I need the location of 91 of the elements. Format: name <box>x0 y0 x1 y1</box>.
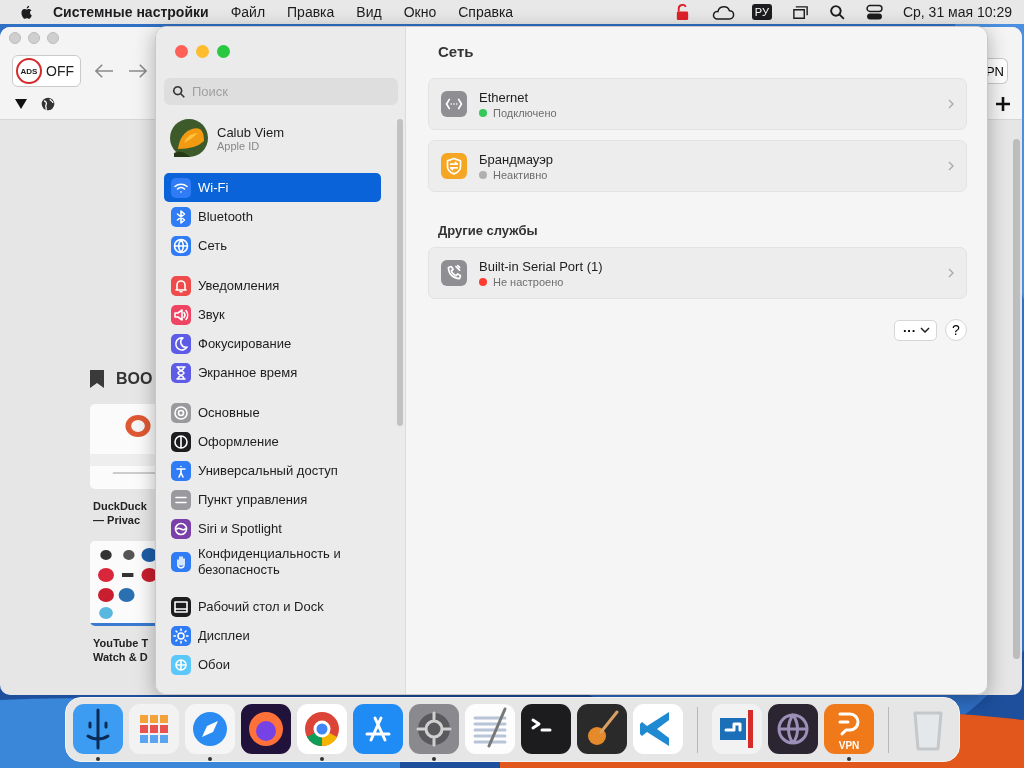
sidebar-item[interactable]: Рабочий стол и Dock <box>164 592 381 621</box>
ethernet-icon <box>441 91 467 117</box>
apple-logo-icon[interactable] <box>20 4 34 20</box>
sidebar-item[interactable]: Универсальный доступ <box>164 456 381 485</box>
sidebar-item[interactable]: Экранное время <box>164 358 381 387</box>
bookmark-title[interactable]: DuckDuck — Privac <box>93 499 147 527</box>
bluetooth-icon <box>171 206 191 227</box>
bookmark-title[interactable]: YouTube T Watch & D <box>93 636 149 664</box>
search-icon <box>172 85 186 99</box>
app-grid-icon[interactable] <box>128 704 179 754</box>
sidebar-item[interactable]: Основные <box>164 398 381 427</box>
chevron-right-icon <box>948 268 954 278</box>
chevron-right-icon <box>948 99 954 109</box>
sidebar-item[interactable]: Bluetooth <box>164 202 381 231</box>
sidebar-item[interactable]: Обои <box>164 650 381 679</box>
windows-icon[interactable] <box>791 3 809 21</box>
sidebar-item[interactable]: Wi-Fi <box>164 173 381 202</box>
ads-toggle[interactable]: ADS OFF <box>12 55 81 87</box>
globe-icon <box>171 235 191 256</box>
sidebar-item[interactable]: Сеть <box>164 231 381 260</box>
wifi-icon <box>171 177 191 198</box>
account-name[interactable]: Calub Viem <box>217 124 284 140</box>
service-row[interactable]: Built-in Serial Port (1) Не настроено <box>428 247 967 299</box>
forward-icon[interactable] <box>127 62 149 80</box>
sidebar-item[interactable]: Конфиденциальность и безопасность <box>164 543 381 581</box>
accessibility-icon <box>171 460 191 481</box>
hourglass-icon <box>171 362 191 383</box>
menu-item[interactable]: Справка <box>458 4 514 20</box>
sidebar-item[interactable]: Дисплеи <box>164 621 381 650</box>
search-icon[interactable] <box>828 3 846 21</box>
menu-item[interactable]: Файл <box>230 4 266 20</box>
service-row[interactable]: Брандмауэр Неактивно <box>428 140 967 192</box>
bookmark-icon <box>90 370 104 388</box>
service-name: Ethernet <box>479 89 530 105</box>
toggle-icon[interactable] <box>865 3 883 21</box>
menu-item[interactable]: Окно <box>403 4 437 20</box>
ribbon-logo-icon[interactable] <box>632 704 683 754</box>
sidebar-item[interactable]: Уведомления <box>164 271 381 300</box>
contrast-icon <box>171 431 191 452</box>
section-heading: BOO <box>116 370 153 388</box>
scrollbar[interactable] <box>397 119 403 426</box>
sidebar-item[interactable]: Оформление <box>164 427 381 456</box>
caret-icon <box>920 327 930 333</box>
service-row[interactable]: Ethernet Подключено <box>428 78 967 130</box>
fox-globe-icon[interactable] <box>240 704 291 754</box>
speaker-icon <box>171 304 191 325</box>
close-button[interactable] <box>175 45 188 58</box>
menu-bar-clock[interactable]: Ср, 31 мая 10:29 <box>902 4 1012 20</box>
orb-icon <box>171 518 191 539</box>
menu-item[interactable]: Вид <box>356 4 382 20</box>
sidebar-item[interactable]: Пункт управления <box>164 485 381 514</box>
help-button[interactable]: ? <box>945 319 967 341</box>
sun-icon <box>171 625 191 646</box>
sidebar-item[interactable]: Siri и Spotlight <box>164 514 381 543</box>
letter-a-icon[interactable] <box>352 704 403 754</box>
moon-icon <box>171 333 191 354</box>
section-heading: Другие службы <box>438 223 539 238</box>
page-title: Сеть <box>438 43 475 60</box>
cloud-icon[interactable] <box>710 3 735 21</box>
chevron-right-icon <box>948 161 954 171</box>
back-icon[interactable] <box>93 62 115 80</box>
flower-icon <box>171 654 191 675</box>
scrollbar[interactable] <box>1013 139 1020 659</box>
account-subtitle: Apple ID <box>217 139 261 152</box>
globe-grid-icon[interactable] <box>767 704 818 754</box>
service-name: Брандмауэр <box>479 151 554 167</box>
disclosure-triangle-icon[interactable] <box>15 99 27 109</box>
toggle-icon <box>171 489 191 510</box>
hand-icon <box>171 552 191 572</box>
plus-icon[interactable] <box>996 97 1010 111</box>
service-status: Неактивно <box>493 168 548 181</box>
shield-icon <box>441 153 467 179</box>
service-name: Built-in Serial Port (1) <box>479 258 604 274</box>
globe-icon[interactable] <box>41 97 55 111</box>
app-menu[interactable]: Системные настройки <box>53 4 209 20</box>
compass-icon[interactable] <box>184 704 235 754</box>
sidebar-item[interactable]: Фокусирование <box>164 329 381 358</box>
bell-icon <box>171 275 191 296</box>
notepad-pen-icon[interactable] <box>464 704 515 754</box>
menu-item[interactable]: Правка <box>287 4 335 20</box>
input-source-indicator[interactable]: РУ <box>751 4 772 20</box>
phone-icon <box>441 260 467 286</box>
actions-menu-button[interactable]: ··· <box>894 319 937 341</box>
sidebar-item[interactable]: Звук <box>164 300 381 329</box>
window-bar-icon <box>171 596 191 617</box>
service-status: Не настроено <box>493 275 564 288</box>
search-field[interactable]: Поиск <box>164 78 398 105</box>
service-status: Подключено <box>493 106 557 119</box>
smiling-face-icon[interactable] <box>72 704 123 754</box>
terminal-icon[interactable] <box>520 704 571 754</box>
window-stack-icon[interactable] <box>711 704 762 754</box>
